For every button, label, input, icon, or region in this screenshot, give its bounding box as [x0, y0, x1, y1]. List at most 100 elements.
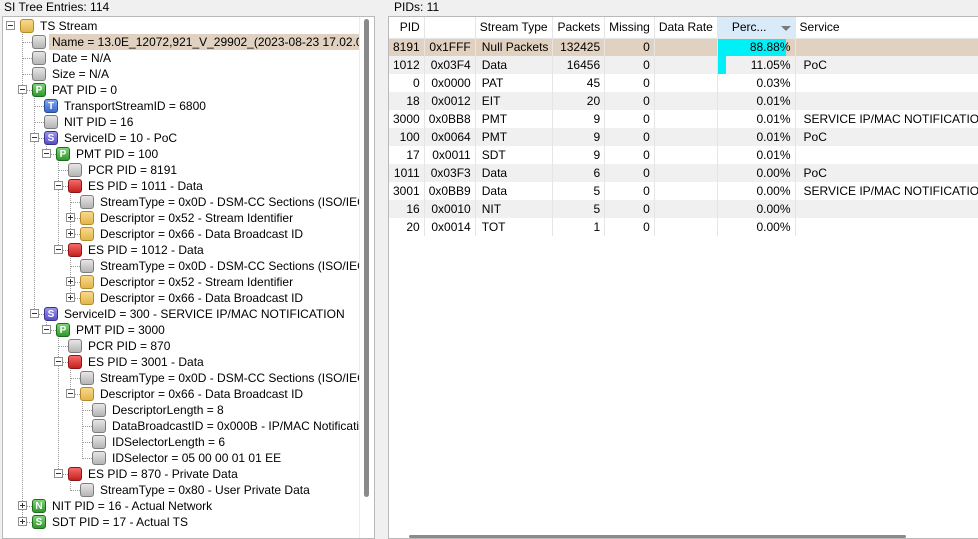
stream-type-cell: NIT	[475, 200, 554, 218]
missing-cell: 0	[604, 146, 655, 164]
collapse-icon[interactable]	[54, 245, 63, 254]
collapse-icon[interactable]	[6, 21, 15, 30]
tree-node[interactable]: S SDT PID = 17 - Actual TS	[3, 514, 373, 530]
percent-cell: 0.01%	[717, 146, 796, 164]
data-rate-cell	[654, 218, 718, 236]
table-row[interactable]: 18 0x0012 EIT 20 0 0.01%	[389, 92, 978, 110]
col-header-packets[interactable]: Packets	[552, 17, 606, 39]
collapse-icon[interactable]	[30, 309, 39, 318]
collapse-icon[interactable]	[54, 469, 63, 478]
percent-cell: 0.00%	[717, 164, 796, 182]
tree-node[interactable]: ES PID = 870 - Private Data	[3, 466, 373, 482]
tree-node[interactable]: DescriptorLength = 8	[3, 402, 373, 418]
percent-cell: 0.00%	[717, 182, 796, 200]
tree-node[interactable]: PCR PID = 8191	[3, 162, 373, 178]
expand-icon[interactable]	[66, 293, 75, 302]
tree-node[interactable]: T TransportStreamID = 6800	[3, 98, 373, 114]
tree-node[interactable]: Descriptor = 0x66 - Data Broadcast ID	[3, 386, 373, 402]
tree-node[interactable]: IDSelector = 05 00 00 01 01 EE	[3, 450, 373, 466]
expand-icon[interactable]	[66, 277, 75, 286]
collapse-icon[interactable]	[54, 357, 63, 366]
tree-node-label: DescriptorLength = 8	[112, 403, 224, 417]
tree-node-label: NIT PID = 16 - Actual Network	[52, 499, 213, 513]
descriptor-icon	[80, 291, 94, 305]
col-header-service[interactable]: Service	[795, 17, 978, 39]
tree-node[interactable]: Descriptor = 0x66 - Data Broadcast ID	[3, 226, 373, 242]
si-tree-pane: SI Tree Entries: 114 TS Stream Name = 13.…	[0, 0, 378, 539]
tree-node[interactable]: TS Stream	[3, 18, 373, 34]
col-header-percent[interactable]: Perc...	[717, 17, 796, 39]
tree-node[interactable]: Descriptor = 0x52 - Stream Identifier	[3, 210, 373, 226]
collapse-icon[interactable]	[42, 149, 51, 158]
tree-node[interactable]: P PMT PID = 3000	[3, 322, 373, 338]
pid-cell: 18	[389, 92, 425, 110]
table-row[interactable]: 3000 0x0BB8 PMT 9 0 0.01% SERVICE IP/MAC NOTIF…	[389, 110, 978, 128]
col-header-data-rate[interactable]: Data Rate	[654, 17, 718, 39]
col-header-pid[interactable]: PID	[389, 17, 425, 39]
collapse-icon[interactable]	[30, 133, 39, 142]
tree-node[interactable]: Descriptor = 0x52 - Stream Identifier	[3, 274, 373, 290]
pids-grid[interactable]: PID Stream Type Packets Missing Data Rat…	[388, 16, 978, 539]
collapse-icon[interactable]	[18, 85, 27, 94]
table-row[interactable]: 3001 0x0BB9 Data 5 0 0.00% SERVICE IP/MAC NOTI…	[389, 182, 978, 200]
tree-node[interactable]: StreamType = 0x80 - User Private Data	[3, 482, 373, 498]
table-row[interactable]: 20 0x0014 TOT 1 0 0.00%	[389, 218, 978, 236]
tree-node[interactable]: StreamType = 0x0D - DSM-CC Sections (ISO…	[3, 370, 374, 386]
data-rate-cell	[654, 182, 718, 200]
table-row[interactable]: 100 0x0064 PMT 9 0 0.01% PoC	[389, 128, 978, 146]
tree-node[interactable]: ES PID = 3001 - Data	[3, 354, 373, 370]
sort-descending-icon	[780, 25, 791, 31]
percent-value: 0.00%	[756, 166, 791, 180]
col-header-missing[interactable]: Missing	[604, 17, 655, 39]
info-node-icon	[80, 259, 94, 273]
expand-icon[interactable]	[18, 501, 27, 510]
percent-value: 0.03%	[756, 76, 791, 90]
table-row[interactable]: 8191 0x1FFF Null Packets 132425 0 88.88%	[389, 38, 978, 56]
col-header-hex[interactable]	[424, 17, 476, 39]
expand-icon[interactable]	[66, 213, 75, 222]
tree-node[interactable]: S ServiceID = 300 - SERVICE IP/MAC NOTIFI…	[3, 306, 373, 322]
percent-cell: 0.00%	[717, 218, 796, 236]
collapse-icon[interactable]	[54, 181, 63, 190]
col-header-stream-type[interactable]: Stream Type	[475, 17, 554, 39]
tree-node[interactable]: ES PID = 1011 - Data	[3, 178, 373, 194]
tree-node[interactable]: IDSelectorLength = 6	[3, 434, 373, 450]
info-node-icon	[32, 67, 46, 81]
collapse-icon[interactable]	[42, 325, 51, 334]
collapse-icon[interactable]	[66, 389, 75, 398]
tree-node[interactable]: StreamType = 0x0D - DSM-CC Sections (ISO…	[3, 258, 374, 274]
expand-icon[interactable]	[66, 229, 75, 238]
tree-node[interactable]: ES PID = 1012 - Data	[3, 242, 373, 258]
grid-horizontal-scrollbar[interactable]	[389, 532, 978, 538]
elementary-stream-icon	[68, 467, 82, 481]
tree-node[interactable]: Name = 13.0E_12072,921_V_29902_(2023-08-…	[3, 34, 374, 50]
table-row[interactable]: 1012 0x03F4 Data 16456 0 11.05% PoC	[389, 56, 978, 74]
tree-node[interactable]: PCR PID = 870	[3, 338, 373, 354]
tree-node[interactable]: P PAT PID = 0	[3, 82, 373, 98]
expand-icon[interactable]	[18, 517, 27, 526]
table-row[interactable]: 17 0x0011 SDT 9 0 0.01%	[389, 146, 978, 164]
tree-scrollbar-thumb[interactable]	[364, 19, 369, 497]
missing-cell: 0	[604, 92, 655, 110]
tree-node[interactable]: StreamType = 0x0D - DSM-CC Sections (ISO…	[3, 194, 374, 210]
tree-node[interactable]: Size = N/A	[3, 66, 373, 82]
tree-node[interactable]: N NIT PID = 16 - Actual Network	[3, 498, 373, 514]
table-row[interactable]: 0 0x0000 PAT 45 0 0.03%	[389, 74, 978, 92]
data-rate-cell	[654, 74, 718, 92]
tree-node[interactable]: NIT PID = 16	[3, 114, 373, 130]
pane-splitter[interactable]	[378, 0, 386, 539]
tree-vertical-scrollbar[interactable]	[359, 17, 374, 538]
packets-cell: 6	[552, 164, 606, 182]
si-tree-view[interactable]: TS Stream Name = 13.0E_12072,921_V_29902_…	[2, 16, 375, 539]
grid-scrollbar-thumb[interactable]	[409, 535, 906, 538]
percent-value: 0.01%	[756, 112, 791, 126]
tree-node[interactable]: S ServiceID = 10 - PoC	[3, 130, 373, 146]
table-row[interactable]: 16 0x0010 NIT 5 0 0.00%	[389, 200, 978, 218]
tree-node[interactable]: Descriptor = 0x66 - Data Broadcast ID	[3, 290, 373, 306]
descriptor-icon	[80, 211, 94, 225]
tree-node[interactable]: P PMT PID = 100	[3, 146, 373, 162]
tree-node[interactable]: Date = N/A	[3, 50, 373, 66]
nit-icon: N	[32, 499, 46, 513]
table-row[interactable]: 1011 0x03F3 Data 6 0 0.00% PoC	[389, 164, 978, 182]
tree-node[interactable]: DataBroadcastID = 0x000B - IP/MAC Notifi…	[3, 418, 373, 434]
